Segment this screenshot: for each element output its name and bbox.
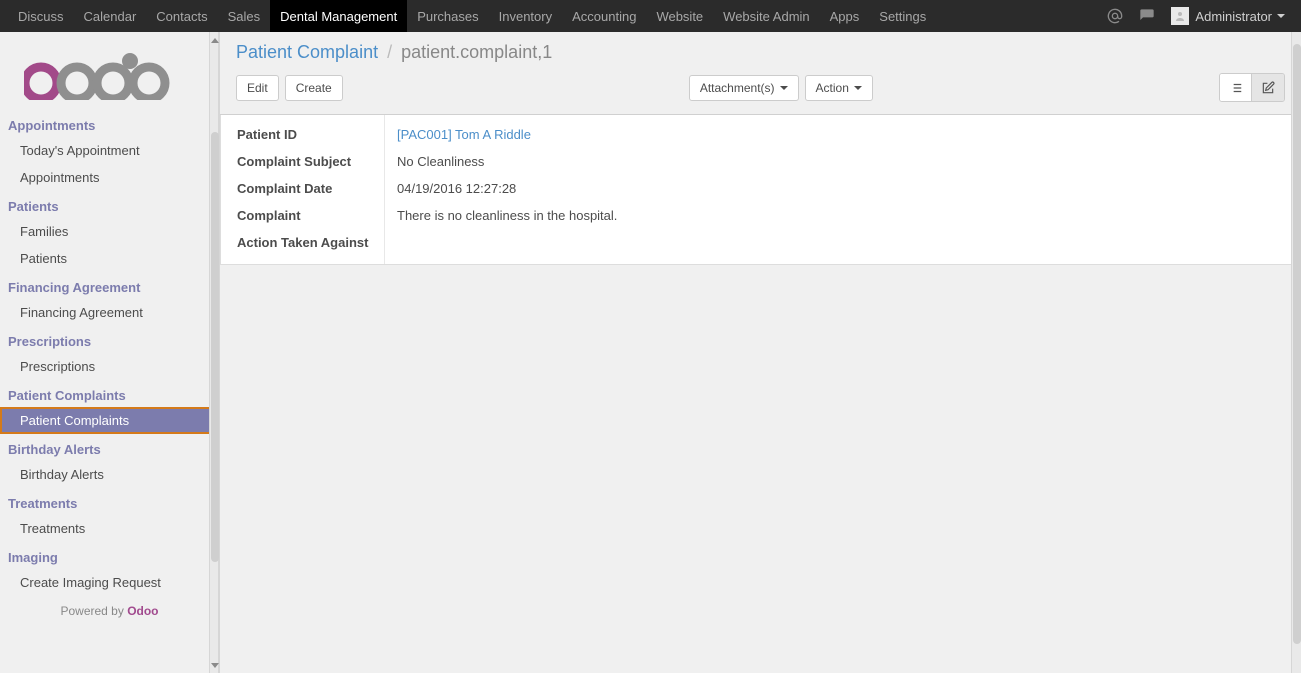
sidebar-section-financing-agreement: Financing Agreement	[0, 272, 219, 299]
create-button[interactable]: Create	[285, 75, 343, 101]
form-label: Complaint Subject	[225, 148, 385, 175]
sidebar-item-families[interactable]: Families	[0, 218, 219, 245]
nav-item-website[interactable]: Website	[646, 0, 713, 32]
nav-item-contacts[interactable]: Contacts	[146, 0, 217, 32]
action-dropdown[interactable]: Action	[805, 75, 873, 101]
form-row: ComplaintThere is no cleanliness in the …	[221, 202, 1300, 229]
sidebar-item-appointments[interactable]: Appointments	[0, 164, 219, 191]
brand-link[interactable]: Odoo	[127, 604, 158, 618]
form-value	[385, 229, 1300, 264]
form-row: Patient ID [PAC001] Tom A Riddle	[221, 115, 1300, 148]
toolbar: Edit Create Attachment(s) Action	[220, 69, 1301, 115]
content-scrollbar[interactable]	[1291, 32, 1301, 673]
form-value: There is no cleanliness in the hospital.	[385, 202, 1300, 229]
form-label: Complaint Date	[225, 175, 385, 202]
form-value: No Cleanliness	[385, 148, 1300, 175]
form-row: Complaint Date04/19/2016 12:27:28	[221, 175, 1300, 202]
form-value: [PAC001] Tom A Riddle	[385, 115, 1300, 148]
chat-icon[interactable]	[1131, 0, 1163, 32]
breadcrumb: Patient Complaint / patient.complaint,1	[220, 32, 1301, 69]
sidebar-section-treatments: Treatments	[0, 488, 219, 515]
form-sheet: Patient ID [PAC001] Tom A Riddle Complaint…	[220, 115, 1301, 265]
breadcrumb-link[interactable]: Patient Complaint	[236, 42, 378, 62]
attachments-dropdown[interactable]: Attachment(s)	[689, 75, 799, 101]
list-view-button[interactable]	[1220, 74, 1252, 101]
caret-down-icon	[854, 86, 862, 90]
sidebar-scrollbar[interactable]	[209, 32, 219, 673]
sidebar-section-birthday-alerts: Birthday Alerts	[0, 434, 219, 461]
form-label: Patient ID	[225, 115, 385, 148]
form-value: 04/19/2016 12:27:28	[385, 175, 1300, 202]
breadcrumb-current: patient.complaint,1	[401, 42, 552, 62]
nav-item-calendar[interactable]: Calendar	[74, 0, 147, 32]
form-label: Action Taken Against	[225, 229, 385, 264]
sidebar-item-prescriptions[interactable]: Prescriptions	[0, 353, 219, 380]
content-area: Patient Complaint / patient.complaint,1 …	[220, 32, 1301, 673]
nav-item-website-admin[interactable]: Website Admin	[713, 0, 819, 32]
form-row: Complaint SubjectNo Cleanliness	[221, 148, 1300, 175]
nav-item-apps[interactable]: Apps	[820, 0, 870, 32]
top-navbar: DiscussCalendarContactsSalesDental Manag…	[0, 0, 1301, 32]
sidebar-item-patient-complaints[interactable]: Patient Complaints	[0, 407, 219, 434]
sidebar-item-treatments[interactable]: Treatments	[0, 515, 219, 542]
sidebar-item-financing-agreement[interactable]: Financing Agreement	[0, 299, 219, 326]
form-row: Action Taken Against	[221, 229, 1300, 264]
breadcrumb-sep: /	[387, 42, 392, 62]
user-menu[interactable]: Administrator	[1163, 7, 1293, 25]
sidebar-item-birthday-alerts[interactable]: Birthday Alerts	[0, 461, 219, 488]
caret-down-icon	[1277, 14, 1285, 18]
powered-by: Powered by Odoo	[0, 596, 219, 622]
sidebar-section-appointments: Appointments	[0, 110, 219, 137]
sidebar: AppointmentsToday's AppointmentAppointme…	[0, 32, 220, 673]
nav-item-accounting[interactable]: Accounting	[562, 0, 646, 32]
sidebar-section-patients: Patients	[0, 191, 219, 218]
caret-down-icon	[780, 86, 788, 90]
sidebar-item-today-s-appointment[interactable]: Today's Appointment	[0, 137, 219, 164]
nav-item-discuss[interactable]: Discuss	[8, 0, 74, 32]
sidebar-item-create-imaging-request[interactable]: Create Imaging Request	[0, 569, 219, 596]
logo	[0, 32, 219, 110]
sidebar-section-prescriptions: Prescriptions	[0, 326, 219, 353]
patient-link[interactable]: [PAC001] Tom A Riddle	[397, 127, 531, 142]
sidebar-section-imaging: Imaging	[0, 542, 219, 569]
user-label: Administrator	[1195, 9, 1272, 24]
nav-item-dental-management[interactable]: Dental Management	[270, 0, 407, 32]
form-view-button[interactable]	[1252, 74, 1284, 101]
avatar-icon	[1171, 7, 1189, 25]
nav-item-sales[interactable]: Sales	[218, 0, 271, 32]
edit-button[interactable]: Edit	[236, 75, 279, 101]
nav-item-inventory[interactable]: Inventory	[489, 0, 562, 32]
at-icon[interactable]	[1099, 0, 1131, 32]
sidebar-section-patient-complaints: Patient Complaints	[0, 380, 219, 407]
sidebar-item-patients[interactable]: Patients	[0, 245, 219, 272]
form-label: Complaint	[225, 202, 385, 229]
nav-item-settings[interactable]: Settings	[869, 0, 936, 32]
view-switcher	[1219, 73, 1285, 102]
nav-item-purchases[interactable]: Purchases	[407, 0, 488, 32]
